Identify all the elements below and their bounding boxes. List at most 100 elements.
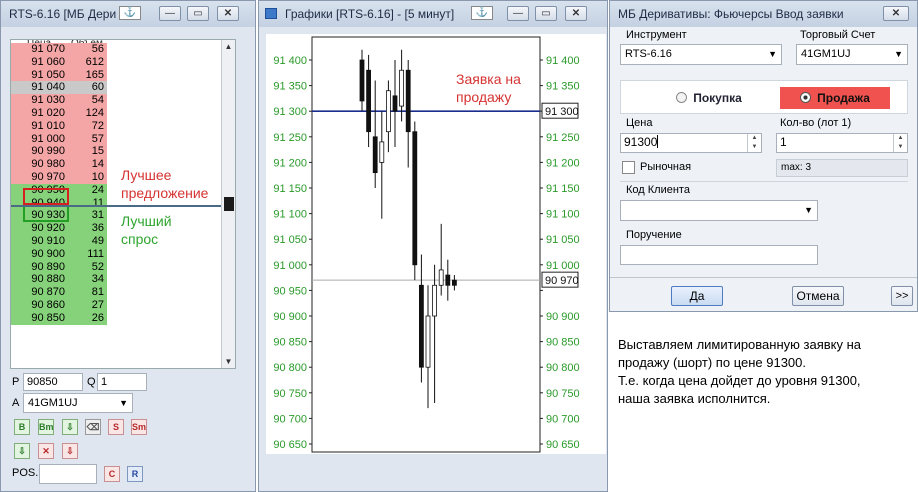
bid-row[interactable]: 90 860 27 [11, 299, 107, 312]
more-button[interactable]: >> [891, 286, 913, 306]
ask-row[interactable]: 91 060 612 [11, 55, 107, 69]
ask-row[interactable]: 91 010 72 [11, 119, 107, 133]
row-price: 91 000 [31, 132, 65, 145]
close-button[interactable]: ✕ [217, 6, 239, 21]
close-position-button[interactable]: C [104, 466, 120, 482]
row-price: 91 050 [31, 68, 65, 81]
ask-row[interactable]: 91 070 56 [11, 43, 107, 56]
bid-row[interactable]: 90 880 34 [11, 273, 107, 287]
maximize-button[interactable]: ▭ [535, 6, 557, 21]
market-checkbox[interactable] [622, 161, 635, 174]
y-tick-label-left: 91 050 [273, 234, 307, 246]
max-qty-badge: max: 3 [776, 159, 908, 177]
ask-row[interactable]: 91 030 54 [11, 94, 107, 108]
buy-stop-icon[interactable]: ⇩ [62, 419, 78, 435]
client-code-label: Код Клиента [626, 184, 690, 196]
sell-market-button[interactable]: Sm [131, 419, 147, 435]
scroll-down-icon[interactable]: ▼ [222, 355, 235, 368]
row-volume: 60 [91, 81, 104, 94]
buy-radio[interactable]: Покупка [654, 87, 764, 109]
description-line-3: Т.е. когда цена дойдет до уровня 91300, [618, 373, 861, 388]
best-offer-highlight [23, 188, 69, 205]
pin-icon[interactable]: ⚓ [471, 6, 493, 20]
account-select[interactable]: 41GM1UJ ▼ [23, 393, 133, 413]
y-tick-label-left: 91 200 [273, 157, 307, 169]
scroll-thumb[interactable] [224, 197, 234, 211]
trading-account-select[interactable]: 41GM1UJ ▼ [796, 44, 908, 65]
ask-row[interactable]: 90 990 15 [11, 145, 107, 159]
pin-icon[interactable]: ⚓ [119, 6, 141, 20]
price-label: Цена [626, 117, 653, 129]
bid-row[interactable]: 90 920 36 [11, 222, 107, 236]
close-button[interactable]: ✕ [565, 6, 587, 21]
y-tick-label-left: 90 850 [273, 337, 307, 349]
close-button[interactable]: ✕ [883, 6, 909, 21]
reverse-position-button[interactable]: R [127, 466, 143, 482]
y-tick-label-left: 90 700 [273, 413, 307, 425]
ask-row[interactable]: 91 050 165 [11, 68, 107, 82]
pos-input[interactable] [39, 464, 97, 484]
candle-body [418, 284, 424, 368]
qty-input[interactable]: 1 ▲ ▼ [776, 133, 908, 153]
best-bid-highlight [23, 205, 69, 222]
buy-button[interactable]: B [14, 419, 30, 435]
minimize-button[interactable]: — [159, 6, 181, 21]
description-line-4: наша заявка исполнится. [618, 391, 771, 406]
ask-row[interactable]: 91 020 124 [11, 107, 107, 120]
order-entry-titlebar[interactable]: МБ Деривативы: Фьючерсы Ввод заявки ✕ [610, 1, 917, 27]
candle-body [438, 269, 444, 286]
buy-limit-icon[interactable]: ⇩ [14, 443, 30, 459]
instruction-input[interactable] [620, 245, 818, 265]
cancel-buy-icon[interactable]: ✕ [38, 443, 54, 459]
qty-spin-icon[interactable]: ▲ ▼ [893, 134, 907, 152]
bid-row[interactable]: 90 910 49 [11, 235, 107, 248]
minimize-button[interactable]: — [507, 6, 529, 21]
row-volume: 36 [91, 222, 104, 235]
cancel-orders-icon[interactable]: ⌫ [85, 419, 101, 435]
order-book-titlebar[interactable]: RTS-6.16 [МБ Дери ⚓ — ▭ ✕ [1, 1, 255, 27]
chart-titlebar[interactable]: Графики [RTS-6.16] - [5 минут] ⚓ — ▭ ✕ [259, 1, 607, 27]
ask-row[interactable]: 91 000 57 [11, 132, 107, 146]
ask-row[interactable]: 91 040 60 [11, 81, 107, 95]
cancel-button[interactable]: Отмена [792, 286, 844, 306]
price-spin-icon[interactable]: ▲ ▼ [747, 134, 761, 152]
buy-market-button[interactable]: Bm [38, 419, 54, 435]
p-price-input[interactable]: 90850 [23, 373, 83, 391]
y-tick-label-right: 90 800 [546, 362, 580, 374]
instrument-value: RTS-6.16 [625, 48, 672, 60]
bid-row[interactable]: 90 850 26 [11, 311, 107, 325]
bid-row[interactable]: 90 890 52 [11, 260, 107, 274]
y-tick-label-left: 91 300 [273, 106, 307, 118]
best-offer-text-1: Лучшее [121, 167, 172, 183]
bid-row[interactable]: 90 900 111 [11, 247, 107, 261]
chevron-down-icon: ▼ [894, 49, 903, 59]
chart-title: Графики [RTS-6.16] - [5 минут] [285, 7, 455, 21]
ask-row[interactable]: 90 970 10 [11, 171, 107, 184]
annotation-text-2: продажу [456, 89, 512, 105]
client-code-select[interactable]: ▼ [620, 200, 818, 221]
row-volume: 15 [91, 145, 104, 158]
sell-stop-icon[interactable]: ⇩ [62, 443, 78, 459]
sell-button[interactable]: S [108, 419, 124, 435]
price-input[interactable]: 91300 ▲ ▼ [620, 133, 762, 153]
chevron-down-icon: ▼ [768, 49, 777, 59]
ok-button[interactable]: Да [671, 286, 723, 306]
sell-radio-label: Продажа [817, 91, 870, 105]
maximize-button[interactable]: ▭ [187, 6, 209, 21]
price-chart[interactable]: 91 400 91 400 91 350 91 350 91 300 91 300 91 2… [266, 34, 606, 471]
ask-row[interactable]: 90 980 14 [11, 158, 107, 172]
sell-radio[interactable]: Продажа [780, 87, 890, 109]
instrument-select[interactable]: RTS-6.16 ▼ [620, 44, 782, 65]
p-label: P [12, 376, 20, 388]
order-book-scrollbar[interactable]: ▲ ▼ [221, 40, 235, 368]
sell-order-annotation: Заявка на продажу [456, 70, 521, 106]
q-quantity-input[interactable]: 1 [97, 373, 147, 391]
row-price: 91 040 [31, 81, 65, 94]
divider [610, 277, 917, 278]
chevron-down-icon: ▼ [804, 205, 813, 215]
y-tick-label-left: 91 100 [273, 209, 307, 221]
bid-row[interactable]: 90 870 81 [11, 286, 107, 300]
scroll-up-icon[interactable]: ▲ [222, 40, 235, 53]
trading-account-value: 41GM1UJ [801, 48, 851, 60]
row-price: 91 020 [31, 107, 65, 119]
